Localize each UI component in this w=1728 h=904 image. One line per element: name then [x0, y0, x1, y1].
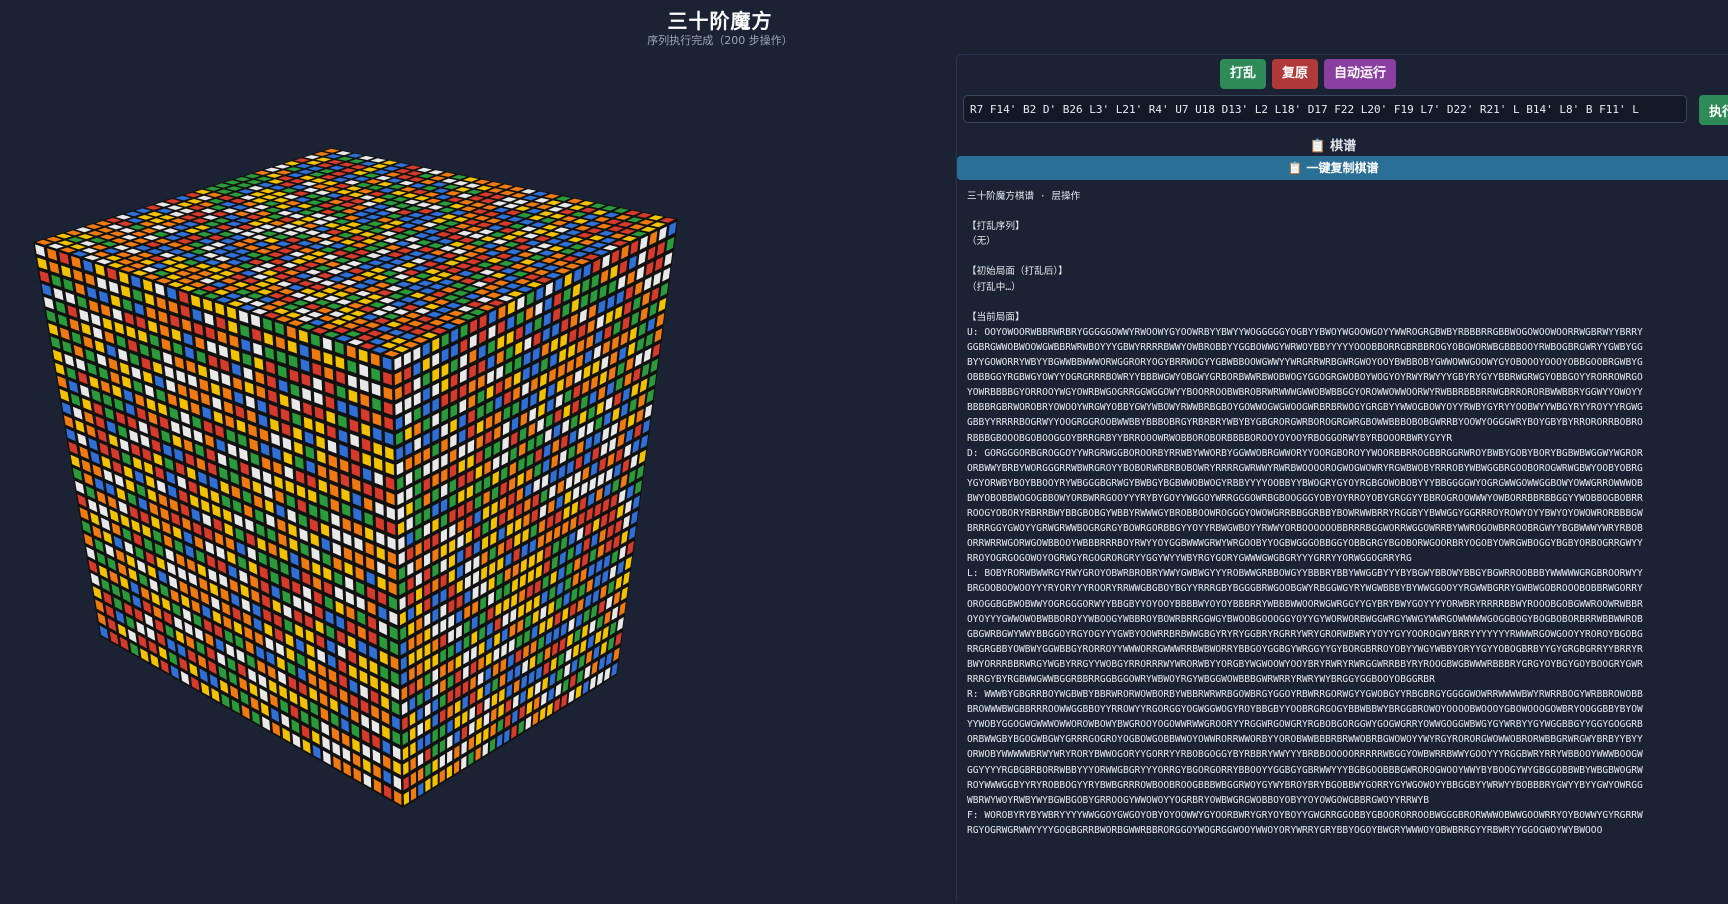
- copy-record-label: 一键复制棋谱: [1306, 161, 1379, 175]
- page-title: 三十阶魔方: [667, 9, 773, 33]
- record-text: 三十阶魔方棋谱 · 层操作 【打乱序列】 （无） 【初始局面（打乱后）】 （打乱…: [967, 189, 1647, 838]
- execute-button[interactable]: 执行: [1699, 95, 1728, 125]
- status-text: 序列执行完成（200 步操作）: [647, 34, 793, 47]
- initial-state-heading: 【初始局面（打乱后）】: [967, 266, 1068, 278]
- face-f-state: F: WOROBYRYBYWBRYYYYWWGGOYGWGOYOBYOYOOWW…: [967, 809, 1643, 836]
- rubiks-cube-render[interactable]: [0, 55, 860, 900]
- action-buttons: 打乱 复原 自动运行: [957, 59, 1728, 91]
- face-d-state: D: GORGGGORBGROGGOYYWRGRWGGBOROORBYRRWBY…: [967, 447, 1643, 565]
- auto-run-button[interactable]: 自动运行: [1324, 59, 1397, 89]
- scramble-button[interactable]: 打乱: [1219, 59, 1266, 89]
- reset-button[interactable]: 复原: [1271, 59, 1318, 89]
- copy-record-button[interactable]: 📋 一键复制棋谱: [957, 156, 1728, 180]
- record-title-label: 棋谱: [1330, 139, 1357, 154]
- scramble-value: （无）: [967, 236, 996, 248]
- cube-viewport[interactable]: [0, 55, 860, 900]
- sequence-row: R7 F14' B2 D' B26 L3' L21' R4' U7 U18 D1…: [963, 95, 1728, 127]
- face-l-state: L: BOBYRORWBWWRGYRWYGROYOBWRBROBRYWWYGWB…: [967, 568, 1643, 685]
- record-title: 📋 棋谱: [957, 135, 1728, 154]
- sequence-input[interactable]: R7 F14' B2 D' B26 L3' L21' R4' U7 U18 D1…: [963, 95, 1687, 123]
- control-panel: 打乱 复原 自动运行 R7 F14' B2 D' B26 L3' L21' R4…: [956, 54, 1728, 901]
- face-u-state: U: OOYOWOORWBBRWRBRYGGGGGOWWYRWOOWYGYOOW…: [967, 326, 1643, 444]
- current-state-heading: 【当前局面】: [967, 311, 1025, 323]
- clipboard-icon: 📋: [1287, 161, 1303, 175]
- scramble-heading: 【打乱序列】: [967, 221, 1025, 233]
- record-header: 三十阶魔方棋谱 · 层操作: [967, 191, 1081, 202]
- clipboard-icon: 📋: [1309, 139, 1327, 154]
- face-r-state: R: WWWBYGBGRRBOYWGBWBYBBRWRORWOWBORBYWBB…: [967, 689, 1643, 806]
- initial-state-value: （打乱中…）: [967, 281, 1021, 293]
- page-header: 三十阶魔方 序列执行完成（200 步操作）: [0, 0, 1440, 52]
